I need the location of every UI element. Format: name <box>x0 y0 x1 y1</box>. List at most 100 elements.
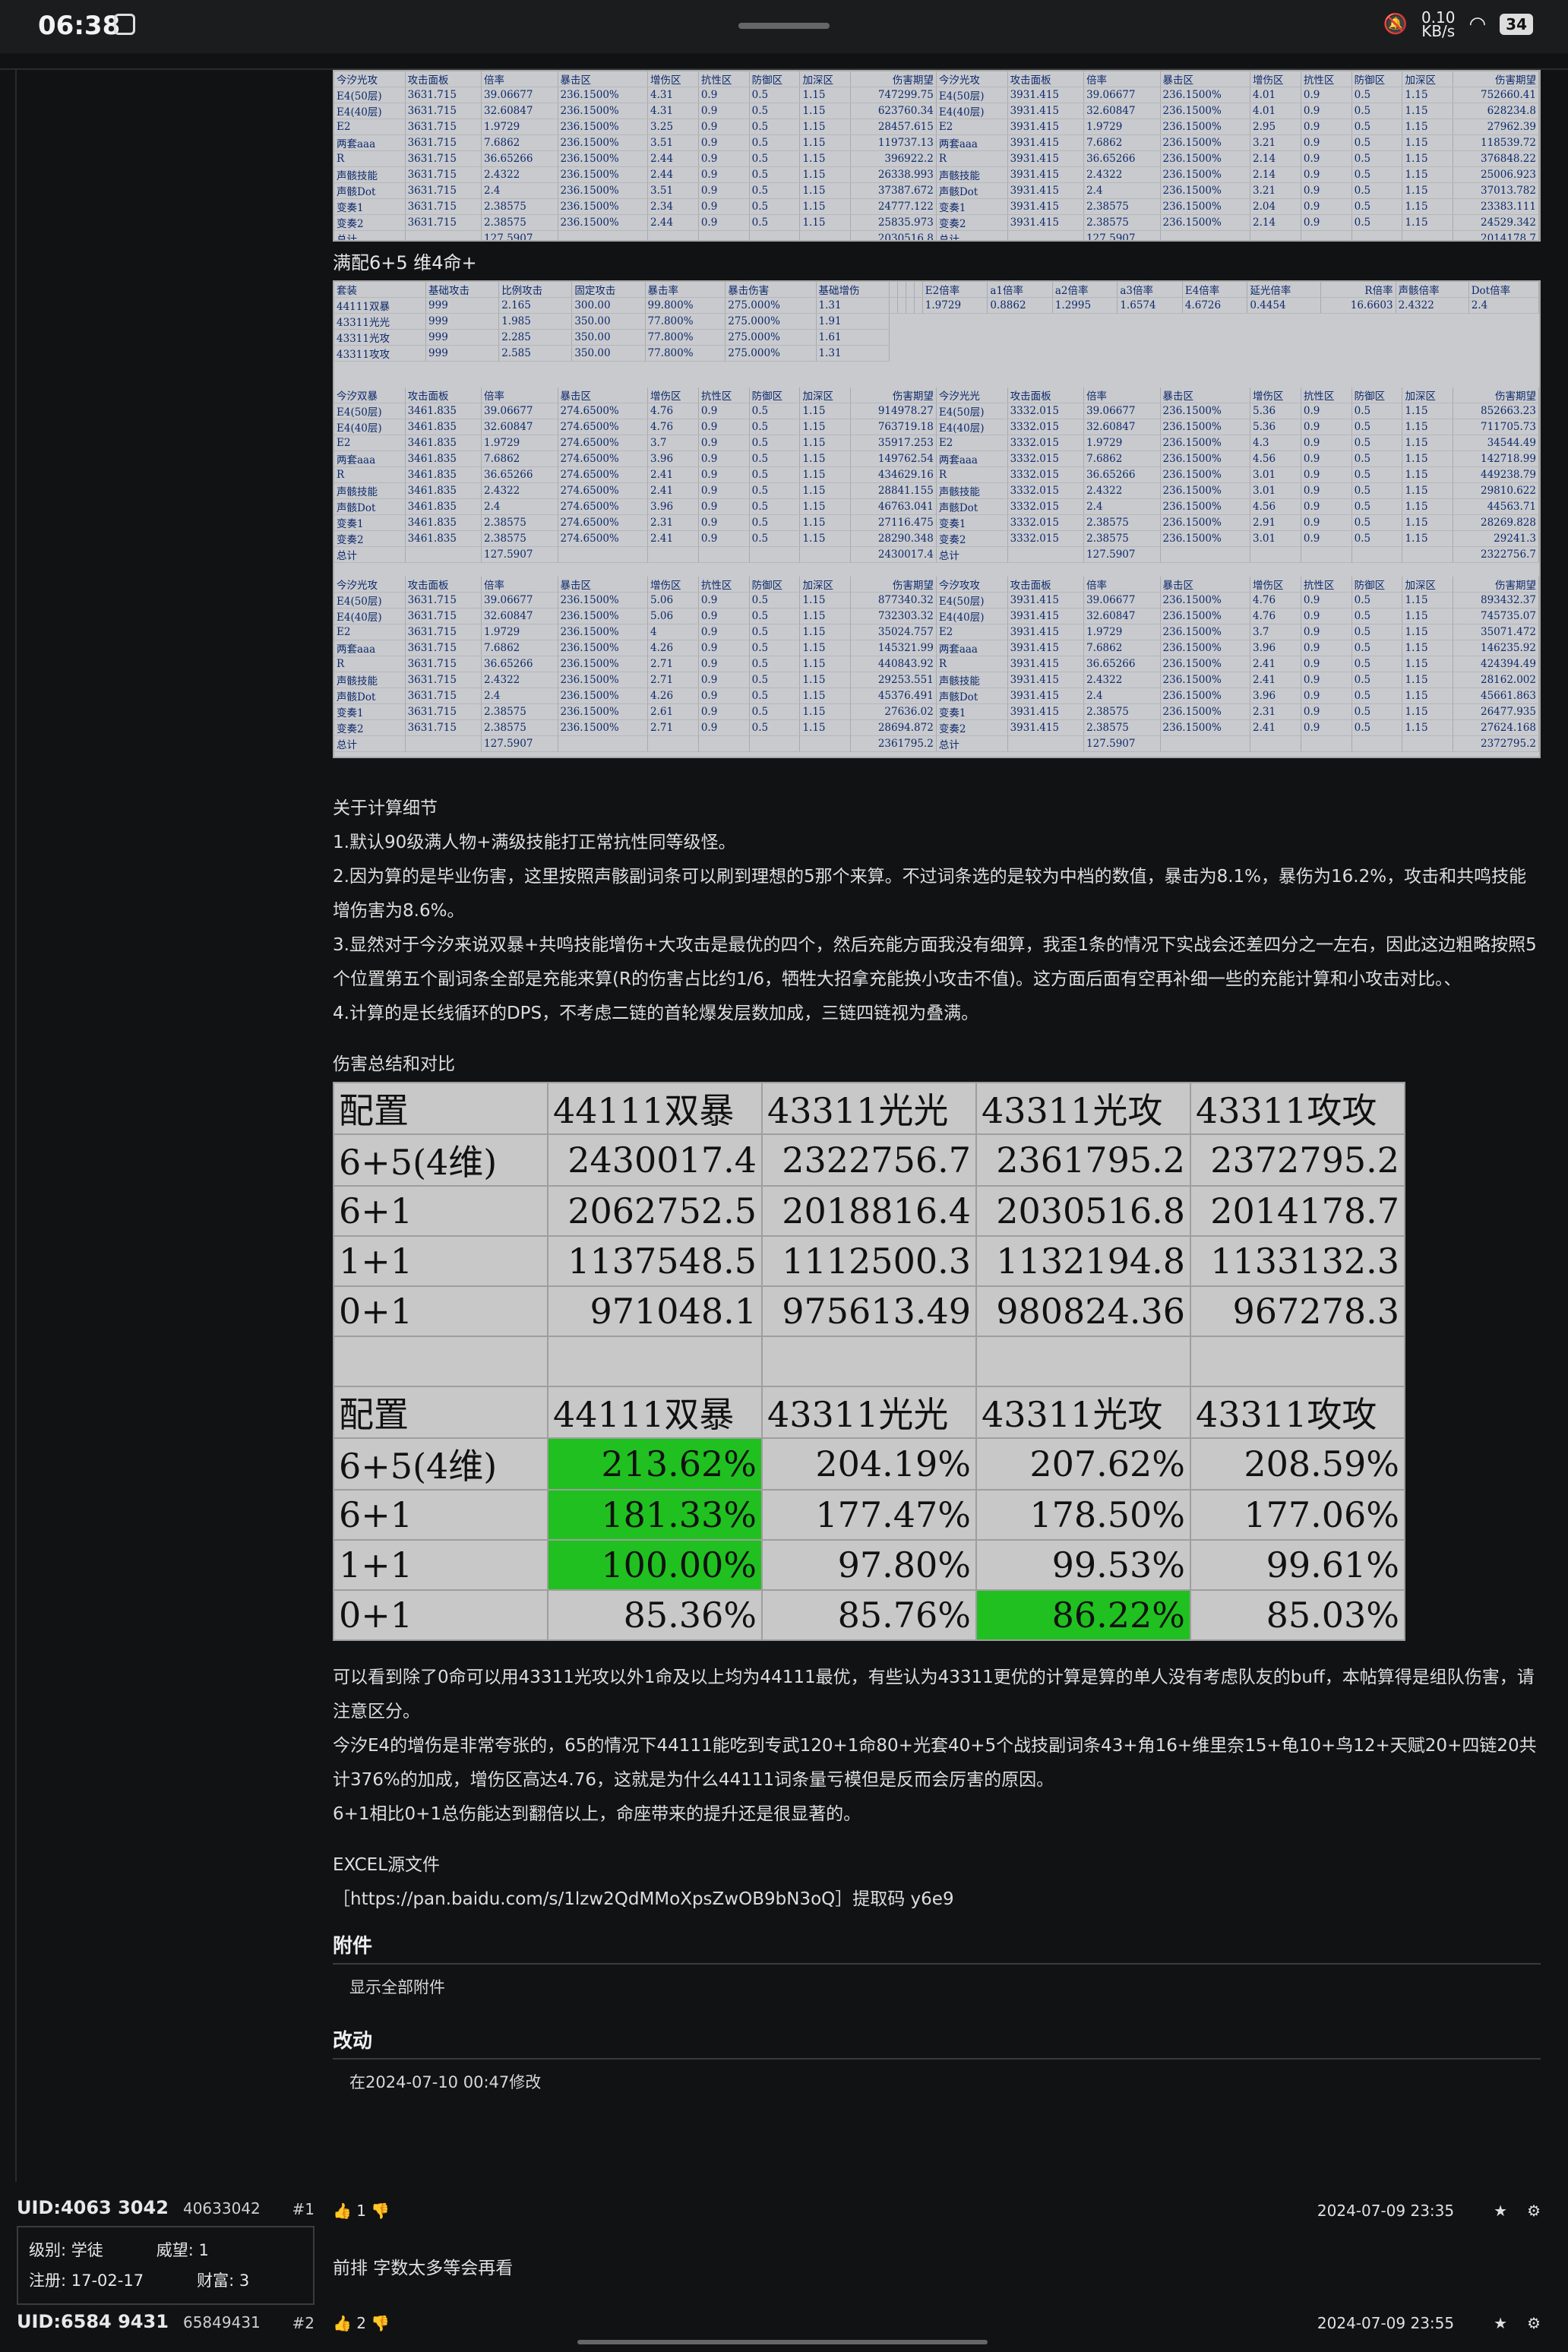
sheet-row: 变奏2 3461.835 2.38575 274.6500% 2.41 0.9 0.5 1.1… <box>334 530 1539 547</box>
sheet-row: 44111双暴 999 2.165 300.00 99.800% 275.000% 1.31… <box>334 297 1539 314</box>
sheet-cell: 抗性区 <box>698 577 750 593</box>
sheet-cell: 3631.715 <box>405 87 482 103</box>
sheet-cell: 1.15 <box>799 514 852 531</box>
sheet-cell: 44563.71 <box>1453 498 1539 515</box>
sheet-cell: 36.65266 <box>481 466 558 483</box>
sheet-row: 声骸Dot 3631.715 2.4 236.1500% 3.51 0.9 0.5 1.15 3… <box>334 182 1539 199</box>
sheet-cell: 2.38575 <box>481 214 558 231</box>
sheet-cell: 1.15 <box>1402 150 1454 167</box>
sheet-cell: 1.15 <box>1402 624 1454 640</box>
sheet-cell: 变奏2 <box>334 719 406 736</box>
sheet-cell: 暴击区 <box>1160 577 1251 593</box>
post-author-1: UID:4063 3042 40633042 #1 级别: 学徒 威望: 1 注册… <box>17 2197 315 2305</box>
sheet-cell: 37387.672 <box>850 182 937 199</box>
sheet-row: E4(50层) 3461.835 39.06677 274.6500% 4.76 0.9 0… <box>334 403 1539 419</box>
sheet-header-row: 今汐光攻 攻击面板 倍率 暴击区 增伤区 抗性区 防御区 加深区 伤害期望 今汐攻攻 攻击面板 倍率暴… <box>334 577 1539 593</box>
sheet-cell: 2.4322 <box>1083 482 1161 499</box>
sheet-cell: 声骸技能 <box>334 672 406 688</box>
sheet-cell: 声骸Dot <box>936 498 1008 515</box>
sheet-row: 变奏1 3461.835 2.38575 274.6500% 2.31 0.9 0.5 1.1… <box>334 514 1539 531</box>
summary-cell: 配置 <box>333 1082 548 1135</box>
sheet-row: R 3631.715 36.65266 236.1500% 2.71 0.9 0.5 1.15… <box>334 656 1539 672</box>
sheet-cell: 1.15 <box>799 498 852 515</box>
floor-number[interactable]: #2 <box>292 2314 315 2332</box>
sheet-cell: 1.15 <box>799 87 852 103</box>
sheet-cell: 29810.622 <box>1453 482 1539 499</box>
sheet-cell: 变奏2 <box>334 530 406 547</box>
sheet-cell <box>1007 230 1085 240</box>
sheet-cell: 变奏2 <box>936 530 1008 547</box>
sheet-cell: 0.9 <box>1301 688 1352 704</box>
summary-cell: 177.47% <box>761 1489 977 1541</box>
sheet-cell: 暴击区 <box>558 387 649 403</box>
user-id[interactable]: UID:4063 3042 <box>17 2197 169 2218</box>
sheet-cell: 0.9 <box>698 498 750 515</box>
floor-number[interactable]: #1 <box>292 2200 315 2218</box>
star-icon[interactable]: ★ <box>1494 2314 1507 2332</box>
sheet-cell: 1.15 <box>799 466 852 483</box>
show-all-attachments-button[interactable]: 显示全部附件 <box>349 1975 1541 1998</box>
sheet-cell: 376848.22 <box>1453 150 1539 167</box>
summary-cell: 6+1 <box>333 1185 548 1237</box>
sheet-cell: 1.15 <box>1402 435 1454 451</box>
sheet-cell: 2.38575 <box>1083 214 1161 231</box>
sheet-cell: 基础增伤 <box>816 282 890 298</box>
sheet-cell: 3931.415 <box>1007 640 1085 656</box>
sheet-cell: 2.61 <box>647 703 699 720</box>
sheet-cell: E4(50层) <box>936 87 1008 103</box>
sheet-row: 43311光光 999 1.985 350.00 77.800% 275.000% 1.91 <box>334 313 1539 330</box>
window-handle[interactable] <box>738 23 830 29</box>
sheet-cell: 28269.828 <box>1453 514 1539 531</box>
sheet-cell: 236.1500% <box>1160 403 1251 419</box>
sheet-cell: 2.285 <box>498 329 573 346</box>
sheet-cell: 35071.472 <box>1453 624 1539 640</box>
sheet-cell: 27116.475 <box>850 514 937 531</box>
sheet-cell: 1.985 <box>498 313 573 330</box>
sheet-cell: 236.1500% <box>1160 719 1251 736</box>
sheet-cell <box>1250 230 1301 240</box>
sheet-cell: 防御区 <box>749 577 801 593</box>
sheet-cell: 1.9729 <box>922 297 988 314</box>
sheet-cell: 46763.041 <box>850 498 937 515</box>
sheet-cell: 1.15 <box>1402 672 1454 688</box>
excel-link[interactable]: ［https://pan.baidu.com/s/1lzw2QdMMoXpsZw… <box>333 1883 1541 1917</box>
user-id[interactable]: UID:6584 9431 <box>17 2311 169 2332</box>
sheet-cell: 28290.348 <box>850 530 937 547</box>
gear-icon[interactable]: ⚙ <box>1527 2202 1541 2220</box>
summary-row: 0+1 971048.1 975613.49 980824.36 967278.3 <box>333 1285 1405 1337</box>
sheet-cell: 0.9 <box>1301 182 1352 199</box>
sheet-cell <box>1301 546 1352 563</box>
sheet-cell: 26338.993 <box>850 166 937 183</box>
sheet-cell: 2361795.2 <box>850 735 937 752</box>
gear-icon[interactable]: ⚙ <box>1527 2314 1541 2332</box>
sheet-cell <box>799 735 852 752</box>
sheet-cell: 2.41 <box>647 530 699 547</box>
sheet-cell: 2.04 <box>1250 198 1301 215</box>
sheet-cell: 0.5 <box>749 530 801 547</box>
sheet-cell: 声骸技能 <box>334 482 406 499</box>
sheet-cell: 变奏1 <box>334 514 406 531</box>
edit-note: 在2024-07-10 00:47修改 <box>349 2073 542 2091</box>
sheet-cell: 2.4 <box>1083 182 1161 199</box>
sheet-cell: 2.44 <box>647 166 699 183</box>
sheet-cell: 0.9 <box>698 403 750 419</box>
sheet-cell: 236.1500% <box>1160 656 1251 672</box>
sheet-cell: 1.15 <box>1402 166 1454 183</box>
summary-cell: 1137548.5 <box>547 1235 763 1287</box>
sheet-cell: 2.31 <box>647 514 699 531</box>
sheet-cell: R <box>334 150 406 167</box>
sheet-cell: 24529.342 <box>1453 214 1539 231</box>
sheet-cell: 43311光光 <box>334 313 427 330</box>
sheet-cell: 伤害期望 <box>1453 71 1539 87</box>
sheet-cell: E4(40层) <box>936 419 1008 435</box>
star-icon[interactable]: ★ <box>1494 2202 1507 2220</box>
sheet-cell: E4(50层) <box>334 592 406 609</box>
like-button[interactable]: 👍 2 👎 <box>333 2314 390 2332</box>
sheet-cell: 3931.415 <box>1007 150 1085 167</box>
like-button[interactable]: 👍 1 👎 <box>333 2202 390 2220</box>
sheet-cell <box>1160 230 1251 240</box>
gesture-bar[interactable] <box>577 2340 988 2344</box>
sheet-cell: 1.15 <box>799 672 852 688</box>
sheet-cell: 0.5 <box>1351 530 1403 547</box>
sheet-cell: 0.9 <box>1301 624 1352 640</box>
